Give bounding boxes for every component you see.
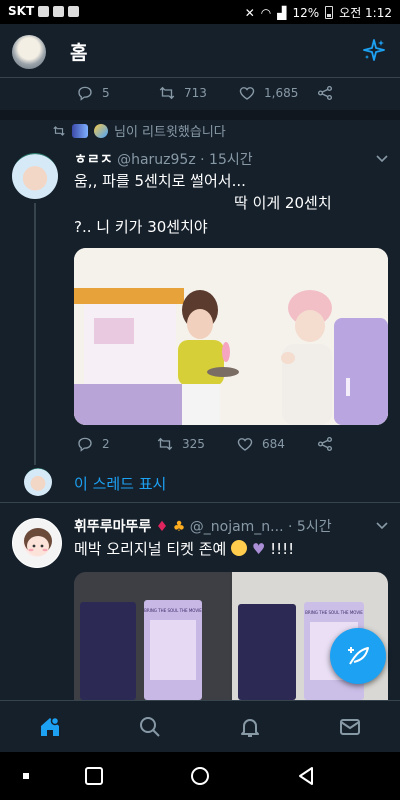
section-divider: [0, 110, 400, 120]
tweet-header: ㅎㄹㅈ @haruz95z · 15시간: [74, 149, 253, 169]
tweet-text-line-1: 움,, 파를 5센치로 썰어서...: [74, 172, 246, 190]
author-handle[interactable]: @haruz95z: [117, 152, 196, 168]
feather-icon: [348, 647, 369, 665]
dancer-emoji-icon: ♦: [155, 519, 169, 535]
thread-avatar[interactable]: [24, 468, 52, 496]
purple-heart-emoji-icon: ♥: [251, 540, 266, 558]
retweet-icon: [159, 86, 175, 100]
heart-icon: [239, 87, 255, 100]
reply-count: 2: [102, 437, 110, 451]
system-nav-bar: [0, 752, 400, 800]
page-title: 홈: [70, 42, 88, 64]
carrier-label: SKT: [8, 4, 35, 18]
search-icon[interactable]: [138, 715, 162, 739]
profile-avatar[interactable]: [12, 35, 46, 69]
tweet-author-avatar[interactable]: [12, 153, 58, 199]
separator-dot: ·: [288, 519, 297, 535]
retweet-icon: [157, 437, 173, 451]
battery-level: 12%: [292, 5, 320, 20]
ticket-title-left: BRING THE SOUL THE MOVIE: [144, 608, 202, 613]
status-bar: SKT ✕ ◠ ▟ 12% 오전 1:12: [0, 0, 400, 24]
app-notification-icon: [68, 5, 80, 17]
retweet-button[interactable]: 713: [158, 84, 207, 102]
like-button[interactable]: 1,685: [238, 84, 298, 102]
tweet-text-line-2: 딱 이게 20센치: [234, 194, 332, 212]
compose-tweet-button[interactable]: [330, 628, 386, 684]
retweet-context-text: 님이 리트윗했습니다: [114, 125, 226, 140]
planet-emoji-icon: [94, 123, 108, 138]
reply-button[interactable]: 2: [76, 435, 110, 453]
heart-icon: [237, 438, 253, 451]
tweet-text-tail: !!!!: [270, 540, 295, 558]
tweet-photo[interactable]: [74, 248, 388, 425]
like-button[interactable]: 684: [236, 435, 285, 453]
ticket-title-right: BRING THE SOUL THE MOVIE: [305, 610, 363, 615]
tweet-text-line-3: ?.. 니 키가 30센치야: [74, 218, 208, 236]
retweet-context[interactable]: 님이 리트윗했습니다: [52, 121, 226, 140]
tweet-text: 메박 오리지널 티켓 존예 ♥ !!!!: [74, 539, 294, 559]
thread-line: [34, 203, 36, 465]
recent-apps-icon[interactable]: [84, 766, 104, 786]
tweet-text-body: 메박 오리지널 티켓 존예: [74, 540, 227, 558]
retweet-button[interactable]: 325: [156, 435, 205, 453]
back-icon[interactable]: [296, 766, 316, 786]
signal-icon: ▟: [277, 5, 287, 20]
chevron-down-icon[interactable]: [376, 155, 388, 163]
tweet-author-avatar[interactable]: [12, 518, 62, 568]
separator-dot: ·: [200, 152, 210, 168]
chevron-down-icon[interactable]: [376, 522, 388, 530]
sparkle-icon[interactable]: [362, 38, 386, 62]
dancing-man-emoji-icon: ♣: [172, 519, 186, 535]
retweet-count: 325: [182, 437, 205, 451]
reply-icon: [78, 437, 92, 452]
author-name[interactable]: 휘뚜루마뚜루: [74, 519, 151, 535]
mute-icon: ✕: [244, 5, 255, 20]
retweet-count: 713: [184, 86, 207, 100]
tweet-time[interactable]: 15시간: [209, 152, 253, 168]
reply-button[interactable]: 5: [76, 84, 110, 102]
clock: 오전 1:12: [339, 6, 392, 20]
wifi-icon: ◠: [260, 5, 272, 20]
galaxy-emoji-icon: [72, 123, 88, 138]
mail-notification-icon: [53, 5, 65, 17]
gallery-icon: [38, 5, 50, 17]
share-icon: [317, 85, 333, 101]
crying-face-emoji-icon: [231, 540, 248, 556]
tweet-divider: [0, 502, 400, 503]
like-count: 684: [262, 437, 285, 451]
like-count: 1,685: [264, 86, 299, 100]
share-button[interactable]: [316, 84, 334, 102]
home-icon[interactable]: [38, 715, 62, 739]
share-icon: [317, 436, 333, 452]
retweet-icon: [53, 125, 65, 136]
tweet-header: 휘뚜루마뚜루 ♦ ♣ @_nojam_n... · 5시간: [74, 516, 332, 536]
share-button[interactable]: [316, 435, 334, 453]
home-circle-icon[interactable]: [190, 766, 210, 786]
battery-icon: [325, 6, 334, 19]
author-handle[interactable]: @_nojam_n...: [190, 519, 284, 535]
show-thread-link[interactable]: 이 스레드 표시: [74, 473, 166, 494]
reply-icon: [78, 86, 92, 101]
top-bar: 홈: [0, 24, 400, 78]
tweet-time[interactable]: 5시간: [297, 519, 332, 535]
author-name[interactable]: ㅎㄹㅈ: [74, 152, 113, 168]
cartoon-avatar-image: [24, 528, 52, 556]
reply-count: 5: [102, 86, 110, 100]
bottom-tab-bar: [0, 700, 400, 752]
doll-photo-image: [74, 248, 388, 425]
recent-apps-dot-icon[interactable]: [16, 766, 36, 786]
mail-icon[interactable]: [338, 715, 362, 739]
bell-icon[interactable]: [238, 715, 262, 739]
